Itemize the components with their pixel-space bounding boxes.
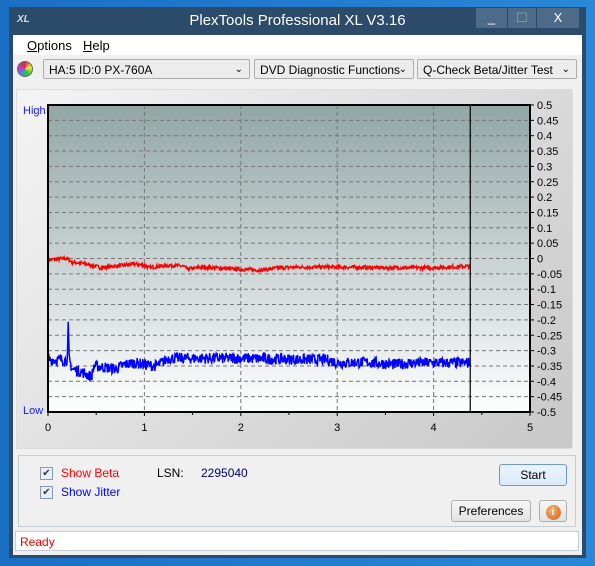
show-jitter-checkbox[interactable]: ✔ [40,486,53,499]
show-beta-checkbox[interactable]: ✔ [40,467,53,480]
test-select[interactable]: Q-Check Beta/Jitter Test ⌄ [417,59,577,79]
info-button[interactable]: i [539,500,567,522]
y-tick-label: -0.5 [537,407,556,419]
show-beta-label: Show Beta [61,466,120,480]
y-tick-label: -0.2 [537,315,556,327]
beta-jitter-chart: 0.5 0.45 0.4 0.35 0.3 0.25 0.2 0.15 0.1 0.05 0 -0.0… [23,100,562,434]
lsn-label: LSN: [157,466,184,480]
controls-panel: ✔ Show Beta ✔ Show Jitter LSN: 2295040 S… [18,455,576,527]
function-select-value: DVD Diagnostic Functions [260,63,401,77]
chevron-down-icon: ⌄ [234,64,243,75]
x-tick-label: 4 [431,422,437,434]
info-icon: i [545,505,561,520]
y-tick-label: 0.35 [537,146,558,158]
menu-options[interactable]: Options [27,38,72,53]
menu-help[interactable]: Help [83,38,110,53]
y-tick-label: -0.45 [537,392,562,404]
drive-select-value: HA:5 ID:0 PX-760A [49,63,153,77]
y-tick-label: -0.25 [537,330,562,342]
client-area: HA:5 ID:0 PX-760A ⌄ DVD Diagnostic Functi… [13,55,582,555]
y-tick-label: 0.25 [537,177,558,189]
minimize-button[interactable]: _ [476,8,507,28]
y-tick-label: 0 [537,254,543,266]
close-button[interactable]: X [537,8,579,28]
y-tick-label: -0.35 [537,361,562,373]
y-tick-label: -0.15 [537,300,562,312]
status-bar: Ready [15,531,579,551]
chevron-down-icon: ⌄ [561,64,570,75]
y-tick-label: 0.5 [537,100,552,112]
y-tick-label: 0.45 [537,115,558,127]
maximize-button[interactable]: ☐ [508,8,536,28]
test-select-value: Q-Check Beta/Jitter Test [423,63,553,77]
y-tick-label: 0.15 [537,207,558,219]
disc-icon [17,61,33,77]
x-tick-label: 0 [45,422,51,434]
y-tick-label: 0.3 [537,161,552,173]
y-tick-label: -0.05 [537,269,562,281]
function-select[interactable]: DVD Diagnostic Functions ⌄ [254,59,414,79]
lsn-value: 2295040 [201,466,248,480]
chevron-down-icon: ⌄ [398,64,407,75]
x-tick-label: 3 [334,422,340,434]
x-tick-label: 2 [238,422,244,434]
preferences-button[interactable]: Preferences [451,500,531,522]
y-tick-label: 0.2 [537,192,552,204]
y-tick-label: 0.1 [537,223,552,235]
low-label: Low [23,405,43,417]
y-tick-label: -0.1 [537,284,556,296]
start-button[interactable]: Start [499,464,567,486]
y-tick-label: -0.4 [537,376,556,388]
y-tick-label: 0.05 [537,238,558,250]
app-window: XL PlexTools Professional XL V3.16 _ ☐ X… [9,7,586,558]
x-tick-label: 5 [527,422,533,434]
drive-select[interactable]: HA:5 ID:0 PX-760A ⌄ [43,59,250,79]
x-tick-label: 1 [141,422,147,434]
high-label: High [23,105,46,117]
show-jitter-label: Show Jitter [61,485,121,499]
y-tick-label: 0.4 [537,131,552,143]
y-tick-label: -0.3 [537,346,556,358]
chart-panel: 0.5 0.45 0.4 0.35 0.3 0.25 0.2 0.15 0.1 0.05 0 -0.0… [16,89,573,449]
menu-bar: Options Help [13,35,582,55]
